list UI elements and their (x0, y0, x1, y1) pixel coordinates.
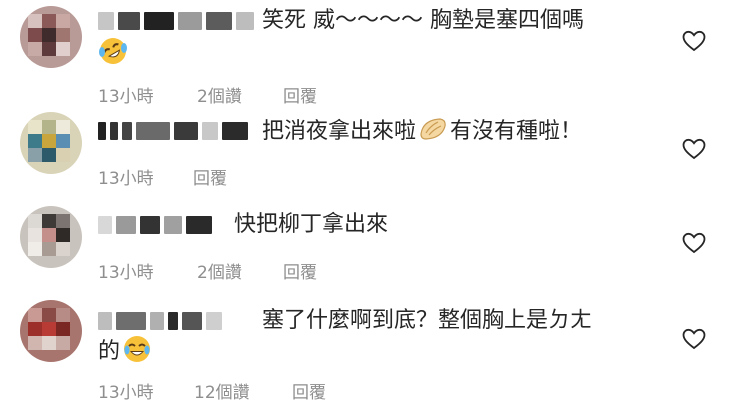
like-count[interactable]: 2個讚 (197, 258, 283, 283)
comment-text: 快把柳丁拿出來 (234, 210, 388, 240)
comment-text-line: 笑死 威～～～～ 胸墊是塞四個嗎 (262, 8, 584, 33)
like-count[interactable]: 12個讚 (194, 378, 292, 403)
comment-meta: 13小時 回覆 (98, 164, 227, 189)
reply-button[interactable]: 回覆 (193, 164, 227, 189)
rofl-emoji (99, 38, 127, 64)
reply-button[interactable]: 回覆 (292, 378, 326, 403)
joy-emoji (124, 336, 151, 362)
comment-time: 13小時 (98, 263, 154, 283)
comment-text-line2 (98, 36, 128, 69)
comment-time: 13小時 (98, 383, 154, 403)
comment-text-line2: 的 (98, 334, 152, 367)
comment-text: 笑死 威～～～～ 胸墊是塞四個嗎 (262, 6, 584, 36)
comment-meta: 13小時 2個讚 回覆 (98, 82, 317, 107)
reply-button[interactable]: 回覆 (283, 82, 317, 107)
comment-text-line: 的 (98, 339, 121, 364)
avatar[interactable] (20, 112, 82, 174)
username-blurred[interactable] (98, 310, 222, 332)
heart-outline-icon[interactable] (682, 138, 706, 160)
comment-meta: 13小時 2個讚 回覆 (98, 258, 317, 283)
comment-text-line: 塞了什麼啊到底？整個胸上是ㄉㄤ (262, 308, 593, 333)
avatar[interactable] (20, 206, 82, 268)
comment-time: 13小時 (98, 87, 154, 107)
heart-outline-icon[interactable] (682, 328, 706, 350)
reply-button[interactable]: 回覆 (283, 258, 317, 283)
avatar[interactable] (20, 300, 82, 362)
heart-outline-icon[interactable] (682, 232, 706, 254)
username-blurred[interactable] (98, 10, 254, 32)
comment-text-line: 有沒有種啦！ (450, 119, 583, 144)
comment-meta: 13小時 12個讚 回覆 (98, 378, 326, 403)
username-blurred[interactable] (98, 214, 212, 236)
username-blurred[interactable] (98, 120, 248, 142)
like-count[interactable]: 2個讚 (197, 82, 283, 107)
dumpling-emoji (420, 118, 446, 140)
comment-time: 13小時 (98, 169, 154, 189)
avatar[interactable] (20, 6, 82, 68)
comment-text-line: 快把柳丁拿出來 (234, 212, 389, 237)
comment-text: 把消夜拿出來啦 有沒有種啦！ (262, 114, 582, 147)
comment-text-line: 把消夜拿出來啦 (262, 119, 417, 144)
comment-text: 塞了什麼啊到底？整個胸上是ㄉㄤ (262, 306, 592, 336)
heart-outline-icon[interactable] (682, 30, 706, 52)
